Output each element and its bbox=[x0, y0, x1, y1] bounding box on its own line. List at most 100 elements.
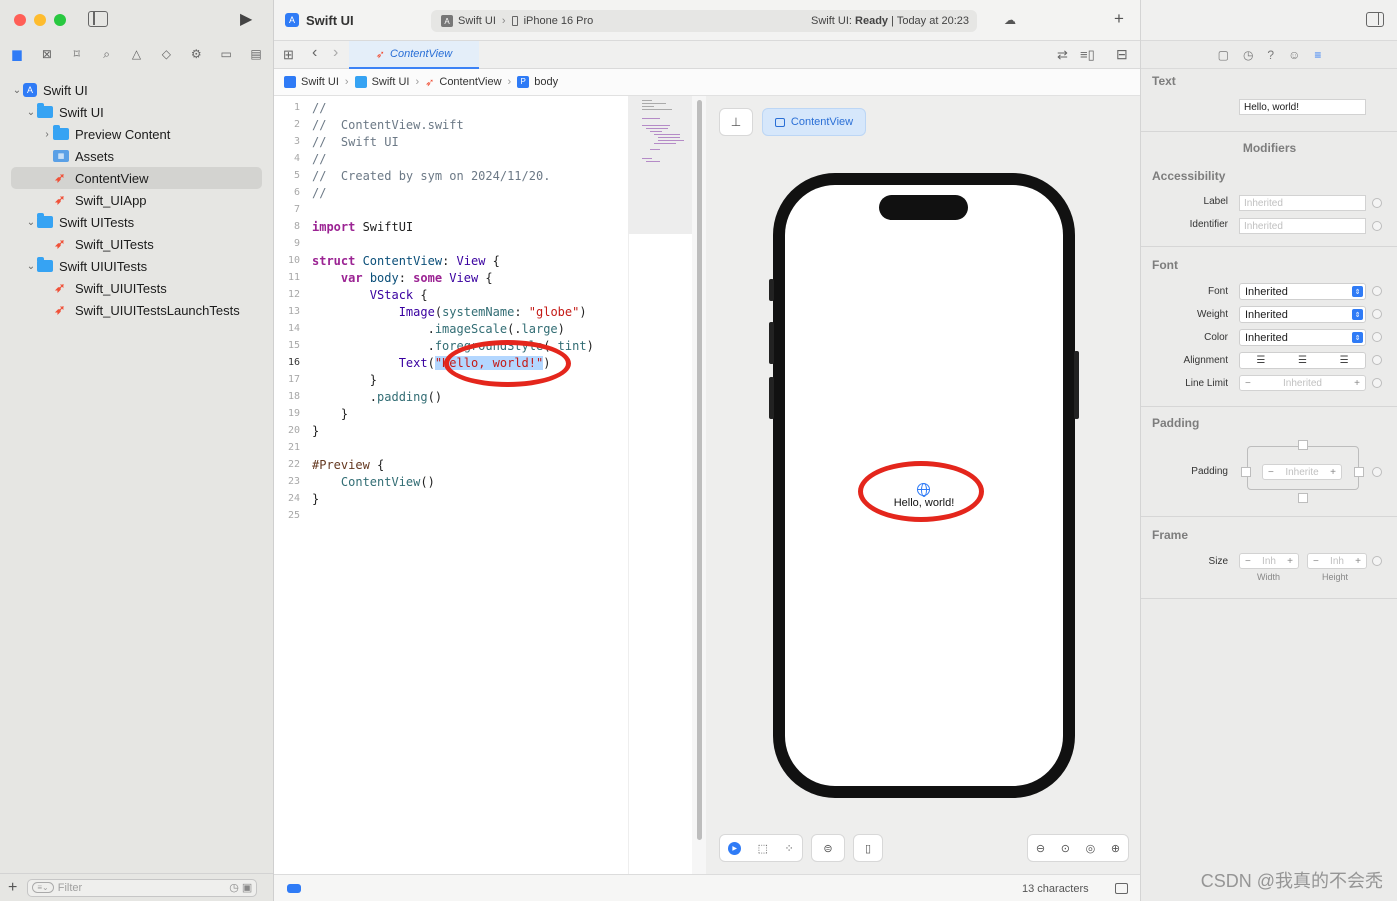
tree-item-assets[interactable]: ▦ Assets bbox=[11, 145, 262, 167]
minimap[interactable] bbox=[628, 96, 692, 234]
filter-options-icon[interactable]: ≡⌄ bbox=[32, 882, 54, 893]
zoom-in-icon[interactable]: ⊕ bbox=[1111, 842, 1120, 855]
tree-item-uitests-group[interactable]: ⌄ Swift UITests bbox=[11, 211, 262, 233]
run-icon[interactable]: ▶ bbox=[240, 9, 252, 29]
reset-radio[interactable] bbox=[1372, 332, 1382, 342]
folder-icon[interactable]: ▆ bbox=[8, 45, 26, 63]
accessibility-label-field[interactable]: Inherited bbox=[1239, 195, 1366, 211]
code-token: { bbox=[478, 270, 493, 285]
resize-handle[interactable] bbox=[697, 100, 702, 840]
add-icon[interactable]: + bbox=[8, 879, 17, 897]
font-select[interactable]: Inherited ⇕ bbox=[1239, 283, 1366, 300]
align-center-icon[interactable]: ☰ bbox=[1298, 355, 1307, 366]
reset-radio[interactable] bbox=[1372, 556, 1382, 566]
reset-radio[interactable] bbox=[1372, 467, 1382, 477]
breadcrumb-project[interactable]: Swift UI bbox=[301, 76, 339, 88]
add-icon[interactable]: + bbox=[1114, 9, 1124, 29]
grid-icon[interactable]: ⊞ bbox=[283, 47, 294, 63]
filter-input[interactable]: ≡⌄ Filter ◷ ▣ bbox=[27, 878, 258, 897]
cloud-icon[interactable]: ☁ bbox=[1004, 13, 1016, 27]
minimize-window-button[interactable] bbox=[34, 14, 46, 26]
help-icon[interactable]: ? bbox=[1267, 48, 1274, 62]
forward-icon[interactable]: › bbox=[333, 44, 338, 62]
chevron-down-icon[interactable]: ⌄ bbox=[11, 85, 23, 96]
preview-selector[interactable]: ContentView bbox=[762, 108, 866, 136]
live-mode-icon[interactable]: ▶ bbox=[728, 841, 742, 855]
accessibility-icon[interactable]: ☺ bbox=[1288, 48, 1300, 62]
selectable-mode-icon[interactable]: ⬚ bbox=[758, 842, 768, 855]
reset-radio[interactable] bbox=[1372, 221, 1382, 231]
tree-item-swift-uitests[interactable]: ➶ Swift_UITests bbox=[11, 233, 262, 255]
reset-radio[interactable] bbox=[1372, 378, 1382, 388]
back-icon[interactable]: ‹ bbox=[312, 44, 317, 62]
chevron-right-icon: › bbox=[501, 15, 506, 27]
device-icon[interactable]: ▯ bbox=[853, 834, 883, 862]
breadcrumb-symbol[interactable]: body bbox=[534, 76, 558, 88]
padding-stepper[interactable]: − Inherite + bbox=[1262, 464, 1342, 480]
text-value-field[interactable]: Hello, world! bbox=[1239, 99, 1366, 115]
height-stepper[interactable]: − Inh + bbox=[1307, 553, 1367, 569]
pin-icon[interactable]: ⊥ bbox=[719, 108, 753, 136]
warning-icon[interactable]: △ bbox=[128, 45, 146, 63]
chevron-down-icon[interactable]: ⌄ bbox=[25, 261, 37, 272]
toggle-console-icon[interactable] bbox=[1115, 883, 1128, 894]
tree-item-swift-uiuitests[interactable]: ➶ Swift_UIUITests bbox=[11, 277, 262, 299]
search-icon[interactable]: ⌕ bbox=[98, 45, 116, 63]
chevron-down-icon[interactable]: ⌄ bbox=[25, 217, 37, 228]
tree-item-preview-content[interactable]: › Preview Content bbox=[11, 123, 262, 145]
bookmark-icon[interactable]: ⌑ bbox=[68, 45, 86, 63]
reset-radio[interactable] bbox=[1372, 355, 1382, 365]
color-select[interactable]: Inherited ⇕ bbox=[1239, 329, 1366, 346]
padding-top-checkbox[interactable] bbox=[1298, 440, 1308, 450]
refresh-icon[interactable]: ⇄ bbox=[1057, 47, 1068, 63]
chevron-right-icon[interactable]: › bbox=[41, 129, 53, 140]
width-stepper[interactable]: − Inh + bbox=[1239, 553, 1299, 569]
file-inspector-icon[interactable]: ▢ bbox=[1218, 48, 1229, 62]
device-settings-icon[interactable]: ⊜ bbox=[811, 834, 845, 862]
reset-radio[interactable] bbox=[1372, 286, 1382, 296]
tree-item-contentview[interactable]: ➶ ContentView bbox=[11, 167, 262, 189]
zoom-to-fit-icon[interactable]: ⊙ bbox=[1061, 842, 1070, 855]
line-limit-stepper[interactable]: − Inherited + bbox=[1239, 375, 1366, 391]
padding-trailing-checkbox[interactable] bbox=[1354, 467, 1364, 477]
align-left-icon[interactable]: ☰ bbox=[1256, 355, 1265, 366]
debug-area-icon[interactable] bbox=[287, 884, 301, 893]
test-icon[interactable]: ◇ bbox=[157, 45, 175, 63]
alignment-segmented-control[interactable]: ☰ ☰ ☰ bbox=[1239, 352, 1366, 369]
breakpoint-icon[interactable]: ▭ bbox=[217, 45, 235, 63]
padding-leading-checkbox[interactable] bbox=[1241, 467, 1251, 477]
inspector-toggle-icon[interactable] bbox=[1366, 12, 1384, 27]
close-window-button[interactable] bbox=[14, 14, 26, 26]
reset-radio[interactable] bbox=[1372, 309, 1382, 319]
source-control-icon[interactable]: ⊠ bbox=[38, 45, 56, 63]
zoom-actual-icon[interactable]: ◎ bbox=[1086, 842, 1096, 855]
debug-icon[interactable]: ⚙ bbox=[187, 45, 205, 63]
editor-options-icon[interactable]: ≡▯ bbox=[1080, 47, 1095, 63]
tree-item-uiuitests-group[interactable]: ⌄ Swift UIUITests bbox=[11, 255, 262, 277]
tree-item-group[interactable]: ⌄ Swift UI bbox=[11, 101, 262, 123]
variants-icon[interactable]: ⁘ bbox=[785, 842, 794, 855]
reset-radio[interactable] bbox=[1372, 198, 1382, 208]
device-selector[interactable]: iPhone 16 Pro bbox=[524, 15, 594, 27]
breadcrumb-folder[interactable]: Swift UI bbox=[372, 76, 410, 88]
report-icon[interactable]: ▤ bbox=[247, 45, 265, 63]
identifier-field[interactable]: Inherited bbox=[1239, 218, 1366, 234]
history-icon[interactable]: ◷ bbox=[1243, 48, 1253, 62]
weight-select[interactable]: Inherited ⇕ bbox=[1239, 306, 1366, 323]
zoom-out-icon[interactable]: ⊖ bbox=[1036, 842, 1045, 855]
chevron-down-icon[interactable]: ⌄ bbox=[25, 107, 37, 118]
tree-item-swift-uiapp[interactable]: ➶ Swift_UIApp bbox=[11, 189, 262, 211]
sidebar-toggle-icon[interactable] bbox=[88, 11, 108, 27]
split-editor-icon[interactable]: ⊟ bbox=[1116, 46, 1128, 63]
attributes-icon[interactable]: ≡ bbox=[1314, 48, 1321, 62]
zoom-window-button[interactable] bbox=[54, 14, 66, 26]
tree-item-launchtests[interactable]: ➶ Swift_UIUITestsLaunchTests bbox=[11, 299, 262, 321]
padding-bottom-checkbox[interactable] bbox=[1298, 493, 1308, 503]
align-right-icon[interactable]: ☰ bbox=[1340, 355, 1349, 366]
tab-contentview[interactable]: ➶ ContentView bbox=[349, 41, 479, 69]
scheme-selector[interactable]: Swift UI bbox=[458, 15, 496, 27]
breadcrumb-file[interactable]: ContentView bbox=[439, 76, 501, 88]
recent-files-icon[interactable]: ◷ ▣ bbox=[229, 881, 252, 894]
code-editor[interactable]: 1 // 2 // ContentView.swift 3 // Swift UI 4… bbox=[274, 96, 628, 874]
tree-item-project[interactable]: ⌄ A Swift UI bbox=[11, 79, 262, 101]
